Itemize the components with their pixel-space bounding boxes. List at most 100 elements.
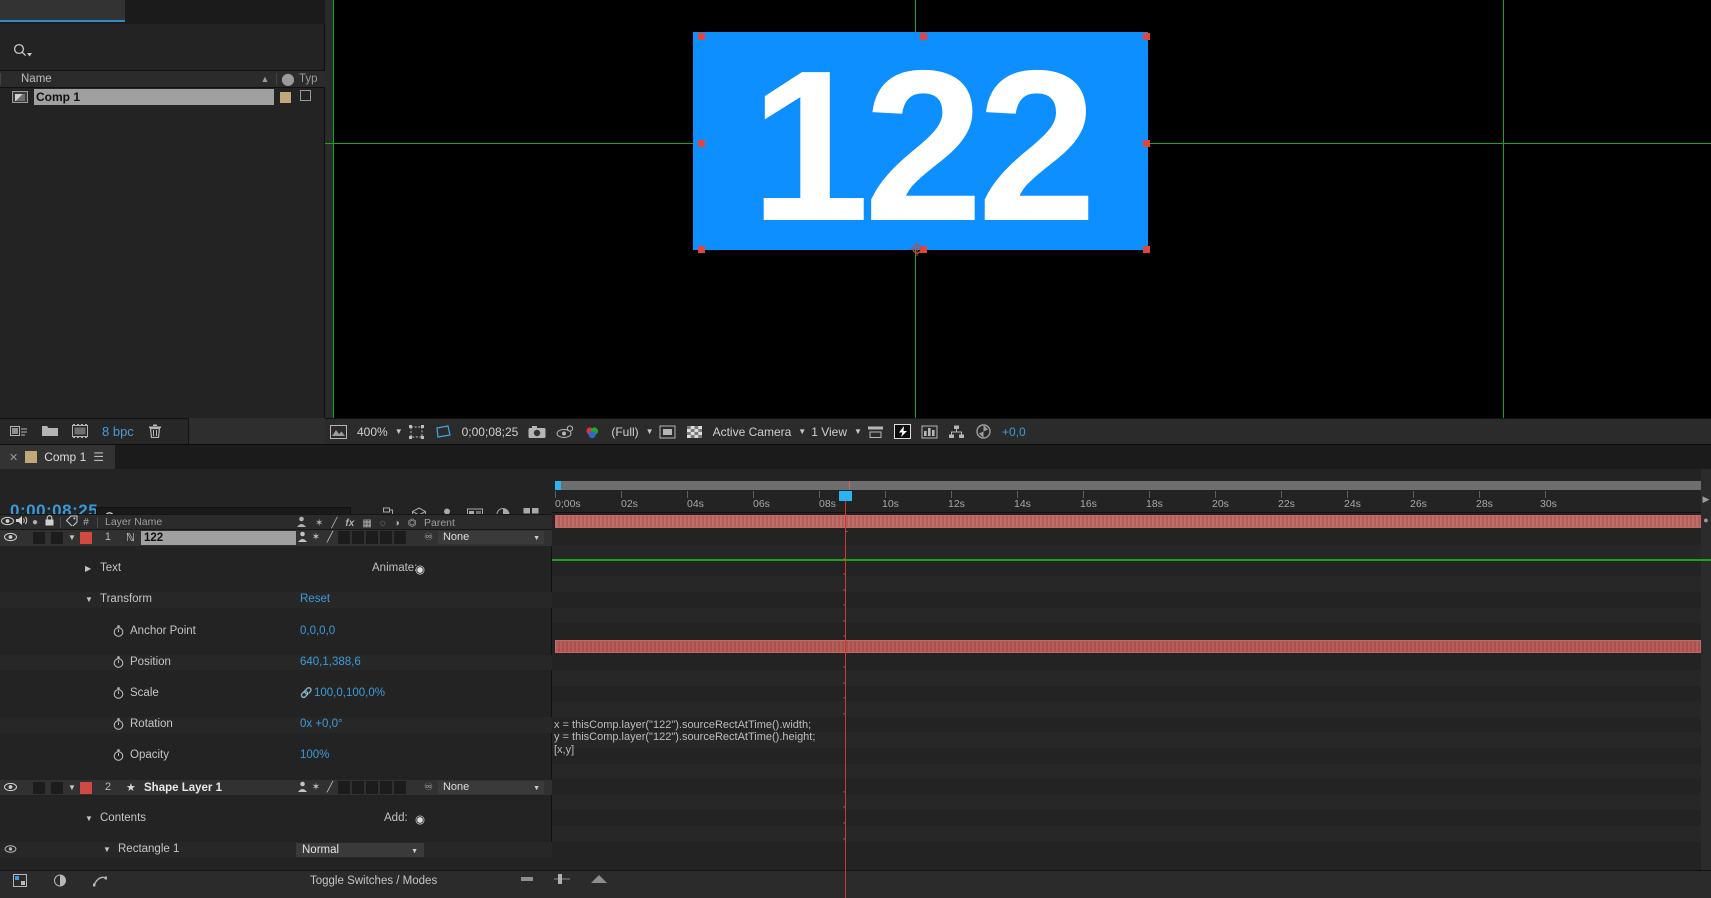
toggle-mask-shape-icon[interactable] xyxy=(430,419,457,445)
layer-name[interactable]: Shape Layer 1 xyxy=(141,781,296,795)
column-parent-header[interactable]: Parent xyxy=(424,515,455,531)
video-toggle-icon[interactable] xyxy=(4,532,17,544)
camera-view-value[interactable]: Active Camera xyxy=(708,419,797,445)
zoom-in-timeline-icon[interactable] xyxy=(590,873,608,888)
expand-layer-triangle[interactable]: ▼ xyxy=(68,533,76,542)
label-icon[interactable]: ⬤ xyxy=(277,72,299,86)
selection-handle-bl[interactable] xyxy=(698,246,705,253)
chevron-down-icon[interactable]: ▼ xyxy=(796,427,806,436)
parent-dropdown[interactable]: None xyxy=(437,531,544,545)
audio-toggle[interactable] xyxy=(33,532,45,544)
track-layer-122[interactable] xyxy=(552,514,1711,530)
stopwatch-icon[interactable] xyxy=(113,656,124,671)
shape-visibility-icon[interactable] xyxy=(4,844,17,856)
current-time-indicator-head[interactable] xyxy=(839,491,852,501)
property-value[interactable]: 640,1,388,6 xyxy=(300,656,361,668)
stopwatch-icon[interactable] xyxy=(113,718,124,733)
chevron-down-icon[interactable]: ▼ xyxy=(85,814,93,823)
property-group-rectangle-1[interactable]: ▼ Rectangle 1 Normal xyxy=(0,841,552,859)
search-icon[interactable] xyxy=(12,42,34,58)
adjustment-toggle[interactable] xyxy=(380,531,392,544)
viewer-timecode[interactable]: 0;00;08;25 xyxy=(457,419,524,445)
selection-handle-ml[interactable] xyxy=(698,140,705,147)
property-anchor-point[interactable]: Anchor Point 0,0,0,0 xyxy=(0,624,552,640)
selection-handle-tl[interactable] xyxy=(698,33,705,40)
current-time-indicator[interactable] xyxy=(839,491,852,898)
time-ruler[interactable]: 0;00s 02s 04s 06s 08s 10s 12s 14s 16s 18… xyxy=(552,491,1711,513)
property-value[interactable]: 0x +0,0° xyxy=(300,718,343,730)
choose-grid-guide-icon[interactable] xyxy=(403,419,430,445)
quality-icon[interactable]: ╱ xyxy=(324,781,336,794)
chevron-down-icon[interactable]: ▼ xyxy=(393,427,403,436)
project-panel-resize-area[interactable] xyxy=(188,418,325,444)
collapse-transformations-icon[interactable]: ✶ xyxy=(310,531,322,544)
label-color-swatch[interactable] xyxy=(80,781,92,794)
comp-flowchart-icon[interactable] xyxy=(916,419,943,445)
column-layer-name-header[interactable]: Layer Name xyxy=(102,516,162,528)
take-snapshot-icon[interactable] xyxy=(523,419,551,445)
layer-duration-bar[interactable] xyxy=(555,515,1701,528)
property-group-contents[interactable]: ▼ Contents Add: ◉ xyxy=(0,811,552,827)
show-snapshot-icon[interactable] xyxy=(551,419,579,445)
chevron-right-icon[interactable]: ▶ xyxy=(85,564,91,573)
always-preview-this-view-icon[interactable] xyxy=(325,419,352,445)
table-row-layer-122[interactable]: ▼ 1 ℕ 122 ✶ ╱ ♾ None ▼ xyxy=(0,530,552,546)
project-column-name[interactable]: Name xyxy=(1,73,254,85)
property-value[interactable]: 100% xyxy=(300,749,329,761)
reset-link[interactable]: Reset xyxy=(300,593,330,605)
new-composition-icon[interactable] xyxy=(10,424,28,440)
property-value[interactable]: 0,0,0,0 xyxy=(300,625,335,637)
view-layout-value[interactable]: 1 View xyxy=(806,419,852,445)
work-area-bar[interactable] xyxy=(555,481,1703,490)
property-opacity[interactable]: Opacity 100% xyxy=(0,748,552,764)
resolution-value[interactable]: (Full) xyxy=(606,419,643,445)
3d-layer-toggle[interactable] xyxy=(394,780,406,794)
anchor-point-icon[interactable] xyxy=(910,242,924,256)
comp-marker-icon[interactable]: ▶ xyxy=(1701,494,1711,505)
stopwatch-icon[interactable] xyxy=(113,687,124,702)
property-scale[interactable]: Scale 🔗 100,0,100,0% xyxy=(0,686,552,702)
reset-exposure-icon[interactable] xyxy=(970,419,997,445)
constrain-proportions-icon[interactable]: 🔗 xyxy=(300,688,312,699)
region-of-interest-icon[interactable] xyxy=(654,419,681,445)
timeline-tab-comp1[interactable]: ✕ Comp 1 ☰ xyxy=(0,445,115,469)
exposure-value[interactable]: +0,0 xyxy=(997,419,1031,445)
project-tab[interactable] xyxy=(0,0,125,22)
chevron-down-icon[interactable]: ▼ xyxy=(644,427,654,436)
project-settings-icon[interactable] xyxy=(72,423,88,440)
animate-menu-icon[interactable]: ◉ xyxy=(415,562,425,576)
close-icon[interactable]: ✕ xyxy=(9,451,18,464)
bit-depth-label[interactable]: 8 bpc xyxy=(102,424,134,439)
property-value[interactable]: 100,0,100,0% xyxy=(314,687,385,699)
pixel-aspect-correction-icon[interactable] xyxy=(862,419,889,445)
collapse-transformations-icon[interactable]: ✶ xyxy=(310,781,322,794)
zoom-out-timeline-icon[interactable] xyxy=(520,873,534,888)
adjustment-toggle[interactable] xyxy=(380,780,392,794)
property-group-text[interactable]: ▶ Text Animate: ◉ xyxy=(0,561,552,577)
expression-editor-text[interactable]: x = thisComp.layer("122").sourceRectAtTi… xyxy=(554,719,1114,756)
motion-blur-toggle[interactable] xyxy=(366,531,378,544)
fast-previews-icon[interactable] xyxy=(889,419,916,445)
solo-toggle[interactable] xyxy=(51,532,63,544)
sort-ascending-icon[interactable]: ▲ xyxy=(254,74,276,84)
magnification-ratio[interactable]: 400% xyxy=(352,419,393,445)
trash-icon[interactable] xyxy=(148,424,162,440)
composition-canvas[interactable]: 122 xyxy=(325,0,1711,418)
column-index-header[interactable]: # xyxy=(79,517,93,528)
video-toggle-icon[interactable] xyxy=(4,782,17,794)
chevron-down-icon[interactable]: ▼ xyxy=(85,595,93,604)
track-shape-layer-1[interactable] xyxy=(552,639,1711,655)
comp-mini-flowchart-icon[interactable] xyxy=(943,419,970,445)
new-folder-icon[interactable] xyxy=(42,424,58,439)
layer-name[interactable]: 122 xyxy=(141,531,296,545)
solo-toggle[interactable] xyxy=(51,781,63,794)
motion-blur-icon[interactable] xyxy=(46,874,74,890)
stopwatch-icon[interactable] xyxy=(113,749,124,764)
selection-handle-br[interactable] xyxy=(1143,246,1150,253)
stopwatch-icon[interactable] xyxy=(113,624,124,640)
3d-layer-toggle[interactable] xyxy=(394,531,406,544)
audio-toggle[interactable] xyxy=(33,781,45,794)
project-item-label[interactable]: Comp 1 xyxy=(34,89,274,105)
blend-mode-dropdown[interactable]: Normal xyxy=(296,842,424,859)
track-expression-editor-2[interactable] xyxy=(552,763,1711,780)
